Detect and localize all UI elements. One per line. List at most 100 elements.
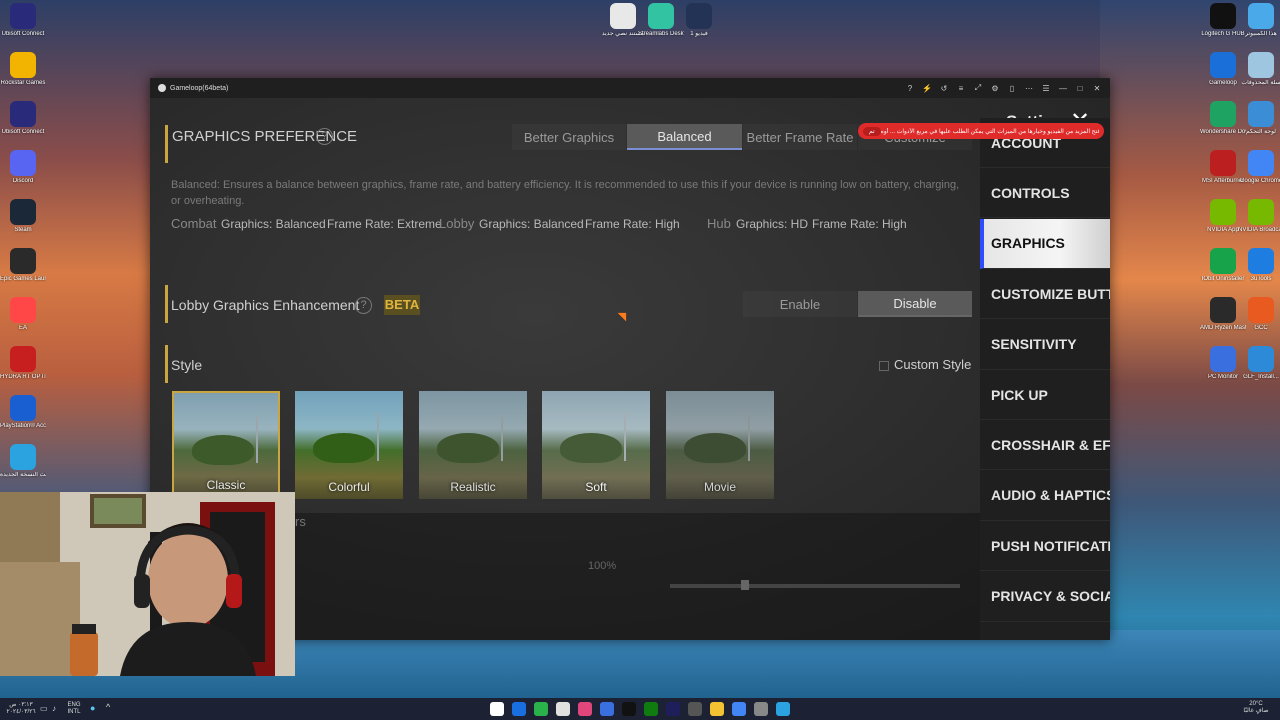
recycle-bin-icon (1248, 52, 1274, 78)
preference-better-frame-rate[interactable]: Better Frame Rate (743, 124, 857, 150)
nav-item-push-notifications[interactable]: PUSH NOTIFICATIONS (980, 521, 1110, 572)
playstation-icon (10, 395, 36, 421)
style-name: Colorful (328, 480, 370, 494)
refresh-icon[interactable]: ↺ (939, 84, 949, 93)
desktop-icon[interactable]: PlayStation® Accessories (0, 395, 46, 430)
help-icon[interactable]: ? (905, 84, 915, 93)
settings-icon[interactable]: ⚙ (990, 84, 1000, 93)
boost-icon[interactable]: ⚡ (922, 84, 932, 93)
start-icon[interactable] (490, 702, 504, 716)
section-accent (165, 345, 168, 383)
task-view-icon[interactable] (534, 702, 548, 716)
desktop-icon[interactable]: Google Chrome (1238, 150, 1280, 185)
nav-item-pick-up[interactable]: PICK UP (980, 370, 1110, 420)
nav-item-controls[interactable]: CONTROLS (980, 168, 1110, 219)
streamlabs-taskbar-icon[interactable] (578, 702, 592, 716)
weather-widget[interactable]: 20°C صافٍ غالبًا (1236, 701, 1276, 715)
style-colorful[interactable]: Colorful (295, 391, 403, 499)
slider-track[interactable] (670, 584, 960, 588)
media-icon[interactable] (688, 702, 702, 716)
desktop-icon[interactable]: لوحة التحكم (1238, 101, 1280, 136)
desktop-icon[interactable]: Discord (0, 150, 46, 185)
sidebar-icon[interactable]: ▯ (1007, 84, 1017, 93)
lobby-graphics: Graphics: Balanced (479, 217, 584, 231)
premiere-icon[interactable] (666, 702, 680, 716)
minimize-icon[interactable]: — (1058, 84, 1068, 93)
desktop-icon-label: PlayStation® Accessories (0, 423, 46, 429)
close-icon[interactable]: ✕ (1092, 84, 1102, 93)
help-icon[interactable]: ? (316, 128, 333, 145)
desktop-icon[interactable]: هذا الكمبيوتر (1238, 3, 1280, 38)
maximize-icon[interactable]: □ (1075, 84, 1085, 93)
widgets-icon[interactable] (556, 702, 570, 716)
file-explorer-icon[interactable] (710, 702, 724, 716)
webcam-overlay (0, 492, 295, 676)
volume-icon[interactable]: ♪ (52, 704, 56, 713)
fullscreen-icon[interactable]: ⤢ (973, 83, 983, 93)
desktop-icon[interactable]: Ubisoft Connect (0, 101, 46, 136)
lobby-disable-button[interactable]: Disable (858, 291, 972, 317)
desktop-icon-label: تحديث النسخة الجديدة (0, 472, 46, 478)
desktop-icon[interactable]: Rockstar Games (0, 52, 46, 87)
desktop-icon[interactable]: GLF_Install... (1238, 346, 1280, 381)
preference-balanced[interactable]: Balanced (627, 124, 742, 150)
search-icon[interactable] (512, 702, 526, 716)
desktop-icon[interactable]: Steam (0, 199, 46, 234)
tiktok-icon[interactable] (622, 702, 636, 716)
store-icon[interactable] (776, 702, 790, 716)
nav-item-sensitivity[interactable]: SENSITIVITY (980, 320, 1110, 370)
desktop-icon[interactable]: Epic Games Launcher (0, 248, 46, 283)
clock-time: ٠٣:١٣ ص (9, 702, 33, 708)
desktop-icon[interactable]: HYDRA RT OPTICAL (0, 346, 46, 381)
lobby-enable-button[interactable]: Enable (743, 291, 857, 317)
chrome-taskbar-icon[interactable] (732, 702, 746, 716)
desktop-icon[interactable]: EA (0, 297, 46, 332)
streamlabs-icon (648, 3, 674, 29)
preference-better-graphics[interactable]: Better Graphics (512, 124, 626, 150)
keymap-icon[interactable]: ≡ (956, 84, 966, 93)
gameloop-logo-icon (158, 84, 166, 92)
help-icon[interactable]: ? (355, 297, 372, 314)
custom-style-checkbox[interactable] (879, 361, 889, 371)
slider-thumb[interactable] (741, 580, 749, 590)
nav-item-graphics[interactable]: GRAPHICS (980, 218, 1110, 269)
style-soft[interactable]: Soft (542, 391, 650, 499)
desktop-icon[interactable]: تحديث النسخة الجديدة (0, 444, 46, 479)
desktop-icon[interactable]: سلة المحذوفات (1238, 52, 1280, 87)
document-icon (610, 3, 636, 29)
mode-combat: Combat (171, 216, 217, 231)
window-title: Gameloop(64beta) (170, 84, 229, 92)
menu-icon[interactable]: ☰ (1041, 84, 1051, 93)
nav-item-audio-haptics[interactable]: AUDIO & HAPTICS (980, 471, 1110, 521)
chevron-up-icon[interactable]: ^ (106, 702, 110, 712)
style-name: Movie (703, 480, 736, 494)
webcam-person-image (0, 492, 295, 676)
language-indicator[interactable]: ENG INTL (64, 702, 84, 716)
style-movie[interactable]: Movie (666, 391, 774, 499)
banner-ok-button[interactable]: تم (863, 126, 881, 136)
nav-item-privacy-social[interactable]: PRIVACY & SOCIAL (980, 572, 1110, 622)
notification-icon[interactable]: ▭ (40, 704, 48, 713)
xbox-icon[interactable] (644, 702, 658, 716)
notification-banner: تم افتح المزيد من الفيديو وخيارها من الم… (858, 123, 1104, 139)
gameloop-taskbar-icon[interactable] (600, 702, 614, 716)
desktop-icon[interactable]: فيديو 1 (676, 3, 722, 38)
custom-style-label[interactable]: Custom Style (894, 357, 971, 372)
more-icon[interactable]: ⋯ (1024, 84, 1034, 93)
security-icon[interactable]: ● (90, 703, 95, 713)
nav-item-customize-buttons[interactable]: CUSTOMIZE BUTTONS (980, 269, 1110, 320)
terminal-icon[interactable] (754, 702, 768, 716)
desktop-icon-label: GCC (1254, 325, 1268, 331)
style-classic[interactable]: Classic (172, 391, 280, 499)
desktop-icon[interactable]: NVIDIA Broadcast (1238, 199, 1280, 234)
style-preview-tower (256, 415, 258, 463)
preference-description: Balanced: Ensures a balance between grap… (171, 179, 960, 207)
style-realistic[interactable]: Realistic (419, 391, 527, 499)
desktop-icon[interactable]: Ubisoft Connect (0, 3, 46, 38)
desktop-icon[interactable]: 3uTools (1238, 248, 1280, 283)
nav-item-crosshair-effects[interactable]: CROSSHAIR & EFFECTS (980, 420, 1110, 471)
update-icon (10, 444, 36, 470)
language-secondary: INTL (67, 709, 81, 715)
window-titlebar[interactable]: Gameloop(64beta) ? ⚡ ↺ ≡ ⤢ ⚙ ▯ ⋯ ☰ — □ ✕ (150, 78, 1110, 98)
desktop-icon[interactable]: GCC (1238, 297, 1280, 332)
